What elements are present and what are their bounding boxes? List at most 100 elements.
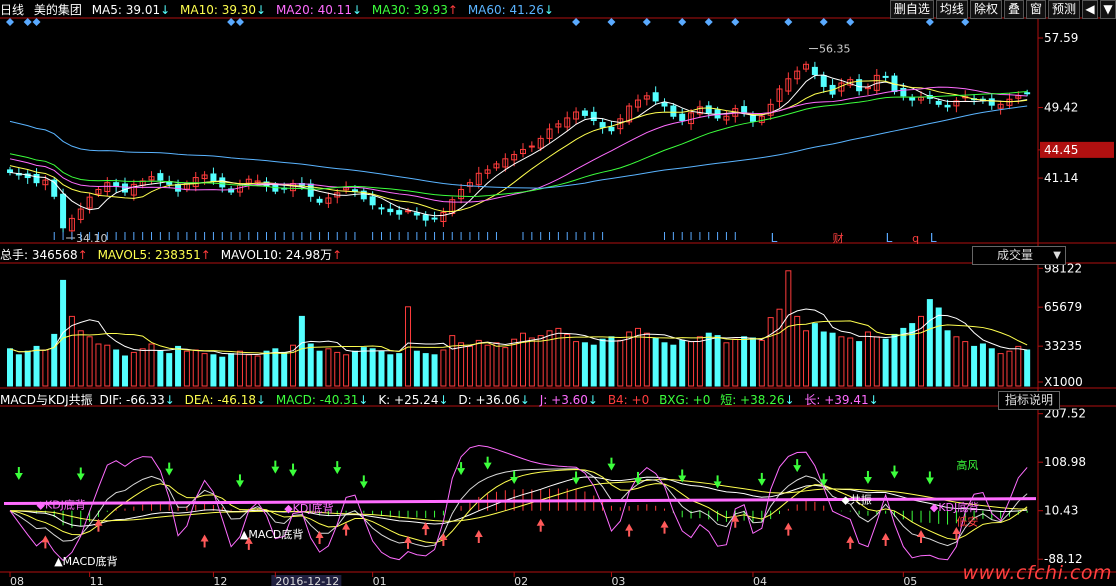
- volume-bar: [873, 336, 880, 387]
- signal-diamond: [704, 18, 713, 26]
- sell-arrow: [925, 477, 934, 485]
- x-tick-label: 12: [213, 575, 227, 586]
- volume-bar: [696, 336, 703, 387]
- candle-body: [661, 102, 668, 107]
- signal-diamond: [227, 18, 236, 26]
- volume-bar: [86, 336, 93, 387]
- volume-bar: [298, 315, 305, 387]
- buy-arrow: [404, 535, 413, 543]
- candle-body: [811, 66, 818, 76]
- volume-bar: [166, 353, 173, 387]
- candle-body: [422, 214, 429, 221]
- x-tick-label: 02: [514, 575, 528, 586]
- volume-bar: [281, 351, 288, 387]
- kdj-bottom-label: ◆KDJ底背: [930, 500, 979, 514]
- ma20-value: MA20: 40.11: [275, 3, 352, 17]
- volume-bar: [422, 353, 429, 387]
- sell-arrow: [271, 466, 280, 474]
- volume-bar: [1024, 349, 1031, 387]
- volume-bar: [431, 354, 438, 387]
- period-label[interactable]: 日线: [0, 3, 24, 17]
- candle-body: [590, 111, 597, 122]
- volume-bar: [617, 339, 624, 387]
- volume-bar: [847, 337, 854, 387]
- price-ytick-label: 44.45: [1044, 143, 1078, 157]
- forecast-button[interactable]: 预测: [1047, 0, 1080, 19]
- signal-diamond: [607, 18, 616, 26]
- window-button[interactable]: 窗: [1025, 0, 1046, 19]
- buy-arrow: [625, 523, 634, 531]
- buy-arrow: [660, 520, 669, 528]
- chevron-down-icon[interactable]: ▼: [1100, 0, 1116, 19]
- signal-diamond: [846, 18, 855, 26]
- volume-bar: [811, 323, 818, 387]
- high-risk-label: 高风: [956, 458, 978, 472]
- candle-body: [705, 105, 712, 114]
- sell-arrow: [572, 477, 581, 485]
- candle-body: [652, 92, 659, 102]
- arrow-left-icon[interactable]: ◀: [1082, 0, 1098, 19]
- price-ytick-label: 49.42: [1044, 101, 1078, 115]
- price-header: 日线 美的集团 MA5: 39.01↓ MA10: 39.30↓ MA20: 4…: [0, 3, 554, 17]
- volume-bar: [369, 348, 376, 387]
- volume-bar: [1006, 350, 1013, 387]
- candle-body: [369, 196, 376, 206]
- volume-bar: [767, 317, 774, 387]
- volume-bar: [590, 344, 597, 387]
- sell-arrow: [14, 473, 23, 481]
- candle-body: [988, 98, 995, 106]
- ma5-line: [9, 74, 1028, 217]
- short-value: 短: +38.26: [720, 393, 785, 407]
- sell-arrow: [678, 475, 687, 483]
- remove-favorite-button[interactable]: 删自选: [889, 0, 934, 19]
- indicator-help-button[interactable]: 指标说明: [998, 391, 1061, 410]
- volume-bar: [351, 350, 358, 387]
- sell-arrow: [510, 476, 519, 484]
- volume-bar: [856, 341, 863, 387]
- volume-indicator-dropdown[interactable]: 成交量 ▼: [972, 246, 1066, 265]
- volume-ytick-label: X1000: [1044, 375, 1083, 389]
- sell-arrow: [235, 480, 244, 488]
- volume-bar: [803, 330, 810, 387]
- volume-bar: [564, 333, 571, 387]
- ma-button[interactable]: 均线: [935, 0, 968, 19]
- candle-body: [210, 173, 217, 182]
- volume-bar: [528, 337, 535, 387]
- sell-arrow: [165, 468, 174, 476]
- volume-bar: [95, 343, 102, 387]
- sell-arrow: [890, 471, 899, 479]
- volume-bar: [42, 349, 49, 387]
- x-tick-label: 01: [373, 575, 387, 586]
- b4-value: B4: +0: [607, 393, 650, 407]
- volume-bar: [511, 338, 518, 387]
- volume-bar: [758, 339, 765, 387]
- volume-bar: [360, 347, 367, 387]
- volume-bar: [33, 345, 40, 387]
- overlay-button[interactable]: 叠: [1003, 0, 1024, 19]
- candle-body: [935, 100, 942, 105]
- volume-bar: [926, 299, 933, 387]
- volume-bar: [723, 342, 730, 387]
- volume-bar: [493, 342, 500, 387]
- volume-bar: [24, 350, 31, 387]
- bxg-value: BXG: +0: [659, 393, 711, 407]
- volume-bar: [705, 332, 712, 387]
- signal-diamond: [925, 18, 934, 26]
- sell-arrow: [333, 467, 342, 475]
- resonance-label: ◆共振: [841, 493, 871, 507]
- buy-arrow: [784, 522, 793, 530]
- volume-bar: [113, 349, 120, 387]
- ex-rights-button[interactable]: 除权: [969, 0, 1002, 19]
- candle-body: [944, 104, 951, 108]
- macd-ytick-label: 10.43: [1044, 504, 1078, 518]
- candle-body: [1024, 92, 1031, 95]
- x-tick-label: 04: [753, 575, 767, 586]
- x-tick-label: 03: [611, 575, 625, 586]
- ma20-line: [9, 86, 1028, 203]
- candle-body: [882, 75, 889, 78]
- signal-diamond: [235, 18, 244, 26]
- sell-arrow: [863, 476, 872, 484]
- sell-arrow: [457, 468, 466, 476]
- volume-bar: [201, 353, 208, 387]
- volume-bar: [573, 341, 580, 387]
